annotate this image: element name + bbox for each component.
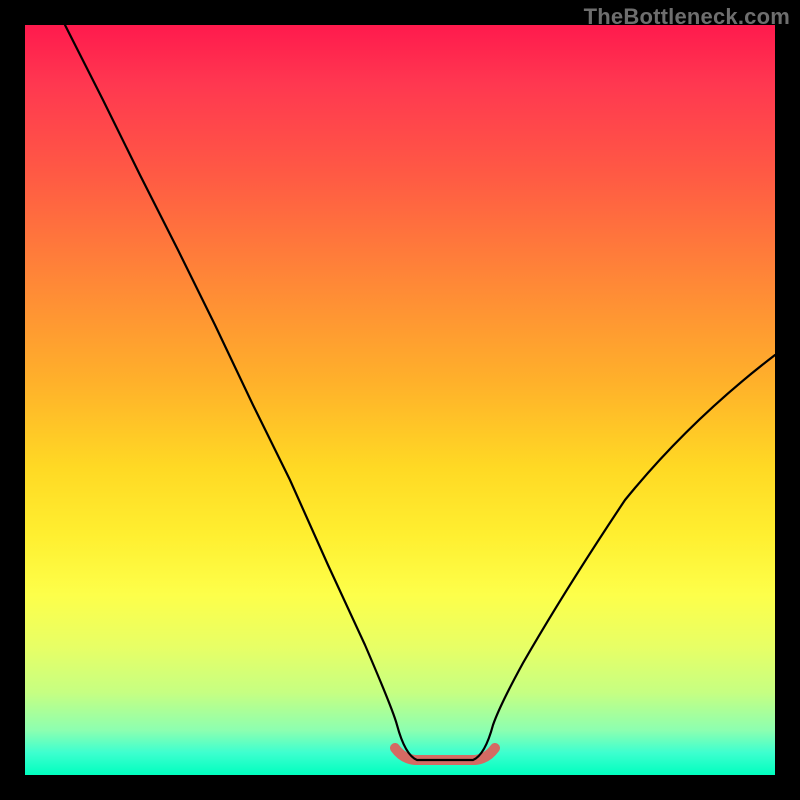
chart-frame: TheBottleneck.com	[0, 0, 800, 800]
watermark-text: TheBottleneck.com	[584, 4, 790, 30]
plot-area	[25, 25, 775, 775]
bottleneck-curve	[65, 25, 775, 760]
curve-layer	[25, 25, 775, 775]
